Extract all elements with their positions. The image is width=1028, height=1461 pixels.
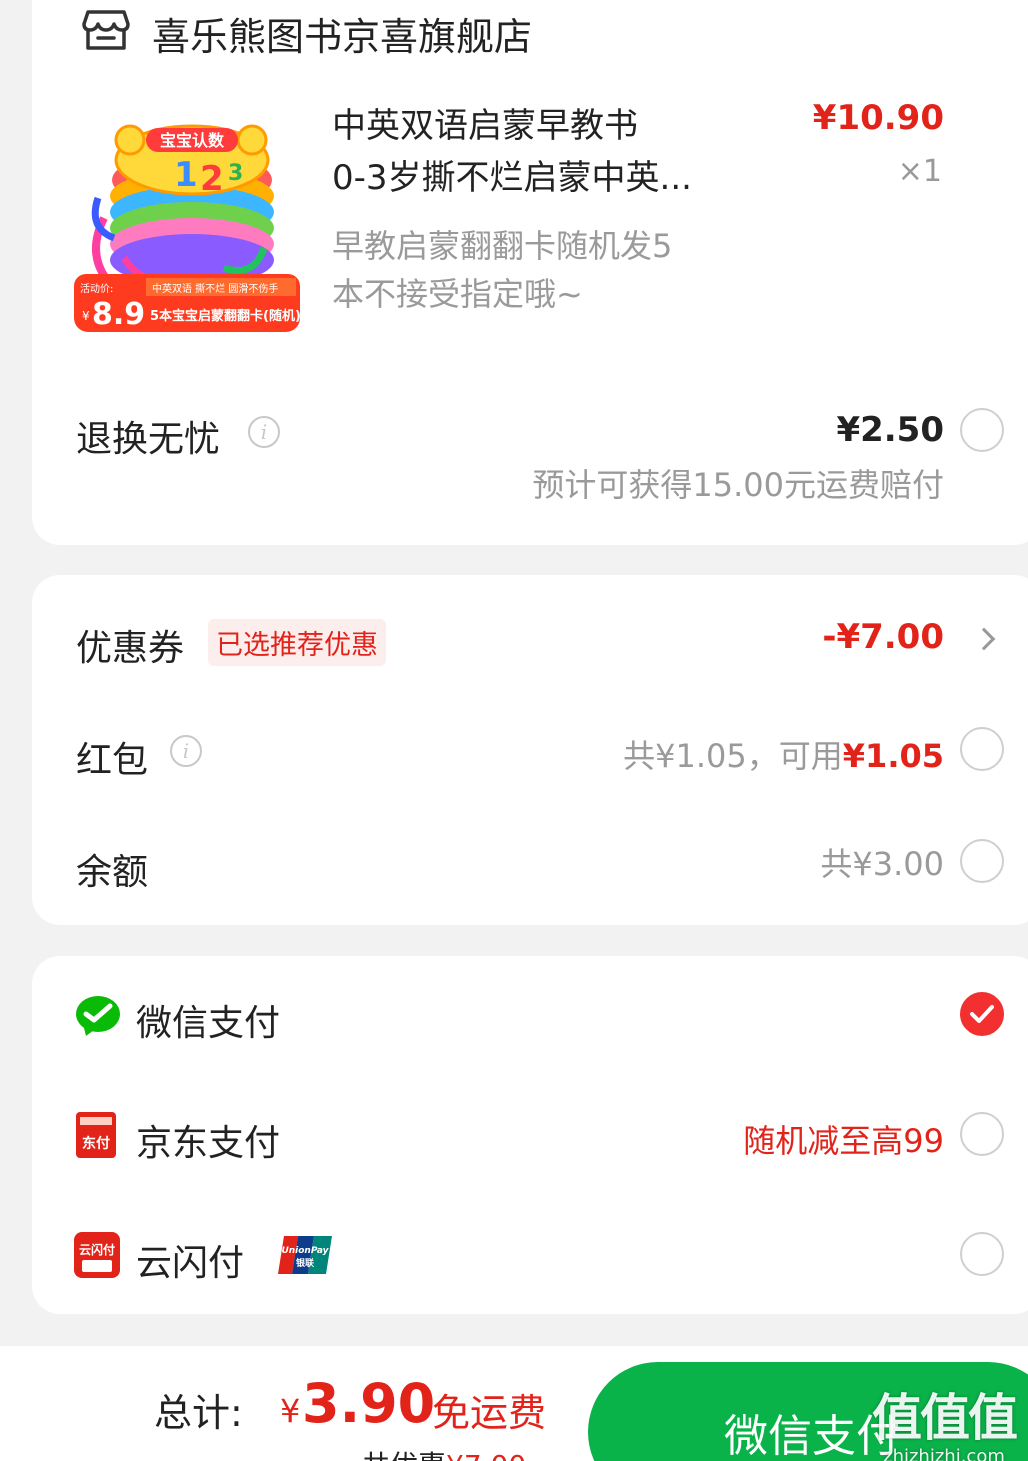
red-packet-amounts: 共¥1.05，可用¥1.05 [623,731,944,777]
coupon-value[interactable]: -¥7.00 [822,617,944,657]
jd-pay-icon: 东付 [76,1112,116,1158]
red-packet-label: 红包 [76,740,149,781]
product-image-line2: 5本宝宝启蒙翻翻卡(随机) [150,308,300,324]
red-packet-radio[interactable] [960,727,1004,771]
quickpass-radio[interactable] [960,1232,1004,1276]
product-title[interactable]: 中英双语启蒙早教书 0-3岁撕不烂启蒙中英... [332,100,752,204]
product-image-badge: 宝宝认数 [160,131,225,150]
product-image[interactable]: 宝宝认数 1 2 3 活动价: ¥ 8.9 中英双语 撕不烂 圆滑不伤手 5本宝… [74,108,300,332]
checkmark-icon [969,1004,994,1023]
wechat-pay-radio[interactable] [960,992,1004,1036]
unionpay-logo-icon: UnionPay 银联 [278,1236,332,1274]
product-image-line1: 中英双语 撕不烂 圆滑不伤手 [152,282,278,295]
return-service-note: 预计可获得15.00元运费赔付 [532,466,944,504]
watermark: 值值值 zhizhizhi.com [872,1378,1018,1461]
svg-text:¥: ¥ [82,309,90,323]
info-icon[interactable]: i [170,735,202,767]
product-image-price: 8.9 [92,297,145,332]
info-icon[interactable]: i [248,416,280,448]
svg-text:银联: 银联 [296,1257,315,1269]
svg-text:3: 3 [228,161,243,186]
coupon-label: 优惠券 [76,628,185,669]
chevron-right-icon[interactable] [972,627,996,651]
free-shipping-label: 免运费 [432,1391,547,1435]
product-spec: 早教启蒙翻翻卡随机发5 本不接受指定哦~ [332,222,752,318]
red-packet-total: 共¥1.05，可用 [623,737,843,775]
payment-label-wechat[interactable]: 微信支付 [136,994,280,1046]
return-service-label: 退换无忧 [76,419,221,460]
svg-text:东付: 东付 [82,1135,110,1152]
red-packet-usable: ¥1.05 [842,737,944,775]
watermark-main: 值值值 [872,1389,1018,1447]
total-currency: ¥ [280,1392,301,1430]
payment-label-quickpass[interactable]: 云闪付 [136,1234,244,1286]
product-spec-line1: 早教启蒙翻翻卡随机发5 [332,227,673,265]
balance-radio[interactable] [960,839,1004,883]
product-spec-line2: 本不接受指定哦~ [332,275,583,313]
svg-text:UnionPay: UnionPay [281,1246,329,1256]
balance-total: 共¥3.00 [820,845,944,883]
saved-value: ¥7.00 [446,1449,526,1461]
payment-methods-card: 微信支付 东付 京东支付 随机减至高99 云闪付 云闪付 UnionPay 银联 [32,956,1028,1314]
svg-text:1: 1 [174,155,198,195]
store-name[interactable]: 喜乐熊图书京喜旗舰店 [152,6,532,61]
product-price: ¥10.90 [812,98,944,138]
saved-summary: 共优惠¥7.00 [362,1444,526,1461]
total-label: 总计: [154,1391,243,1435]
balance-label: 余额 [76,852,149,893]
payment-label-jd[interactable]: 京东支付 [136,1114,280,1166]
return-service-price: ¥2.50 [836,410,944,450]
coupon-tag: 已选推荐优惠 [208,619,386,666]
cloud-quickpass-icon: 云闪付 [74,1232,120,1278]
saved-prefix: 共优惠 [362,1449,446,1461]
discount-card: 优惠券 已选推荐优惠 -¥7.00 红包 i 共¥1.05，可用¥1.05 余额… [32,575,1028,925]
return-service-radio[interactable] [960,408,1004,452]
svg-text:2: 2 [200,159,224,199]
svg-text:云闪付: 云闪付 [79,1242,115,1257]
wechat-pay-icon [76,996,120,1036]
store-card: 喜乐熊图书京喜旗舰店 宝宝认数 1 2 3 活动价: ¥ 8.9 中英双语 撕不… [32,0,1028,545]
product-title-line2: 0-3岁撕不烂启蒙中英... [332,158,692,198]
watermark-sub: zhizhizhi.com [883,1446,1005,1461]
jd-pay-promo: 随机减至高99 [743,1122,944,1160]
product-image-activity: 活动价: [80,283,113,295]
total-amount: 3.90 [302,1372,436,1435]
product-quantity: ×1 [897,154,942,189]
store-icon [82,10,130,50]
jd-pay-radio[interactable] [960,1112,1004,1156]
product-title-line1: 中英双语启蒙早教书 [332,106,638,146]
